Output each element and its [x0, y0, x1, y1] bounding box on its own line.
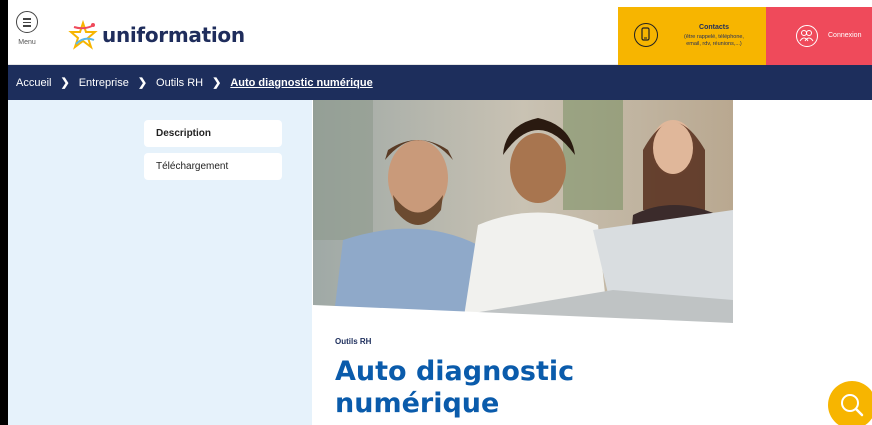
page: Menu uniformation Contacts (être rappelé… — [8, 0, 872, 425]
search-button[interactable] — [828, 381, 872, 425]
breadcrumb-current[interactable]: Auto diagnostic numérique — [230, 77, 372, 89]
connexion-label: Connexion — [828, 32, 862, 39]
breadcrumb: Accueil ❯ Entreprise ❯ Outils RH ❯ Auto … — [8, 65, 872, 100]
hamburger-menu-icon — [16, 11, 38, 33]
star-logo-icon — [68, 20, 98, 50]
sidebar-item-telechargement[interactable]: Téléchargement — [144, 153, 282, 180]
site-header: Menu uniformation Contacts (être rappelé… — [8, 7, 872, 65]
page-title: Auto diagnostic numérique — [335, 356, 575, 419]
chevron-right-icon: ❯ — [60, 77, 70, 89]
breadcrumb-item-entreprise[interactable]: Entreprise — [79, 77, 129, 89]
sidebar: Description Téléchargement — [8, 100, 312, 425]
logo-text: uniformation — [102, 23, 245, 47]
breadcrumb-item-outils-rh[interactable]: Outils RH — [156, 77, 203, 89]
page-kicker: Outils RH — [335, 337, 372, 346]
hero-image — [313, 100, 733, 323]
chevron-right-icon: ❯ — [137, 77, 148, 89]
contacts-button[interactable]: Contacts (être rappelé, téléphone, email… — [618, 7, 766, 65]
phone-icon — [634, 23, 658, 47]
users-icon — [796, 25, 818, 47]
connexion-button[interactable]: Connexion — [766, 7, 872, 65]
search-icon — [841, 394, 864, 417]
chevron-right-icon: ❯ — [212, 77, 222, 89]
contacts-subtitle: (être rappelé, téléphone, email, rdv, ré… — [684, 34, 744, 47]
breadcrumb-item-accueil[interactable]: Accueil — [16, 77, 51, 89]
site-logo[interactable]: uniformation — [68, 20, 245, 50]
sidebar-item-description[interactable]: Description — [144, 120, 282, 147]
contacts-title: Contacts — [699, 24, 729, 31]
menu-label: Menu — [18, 39, 36, 46]
menu-button[interactable]: Menu — [12, 11, 42, 59]
